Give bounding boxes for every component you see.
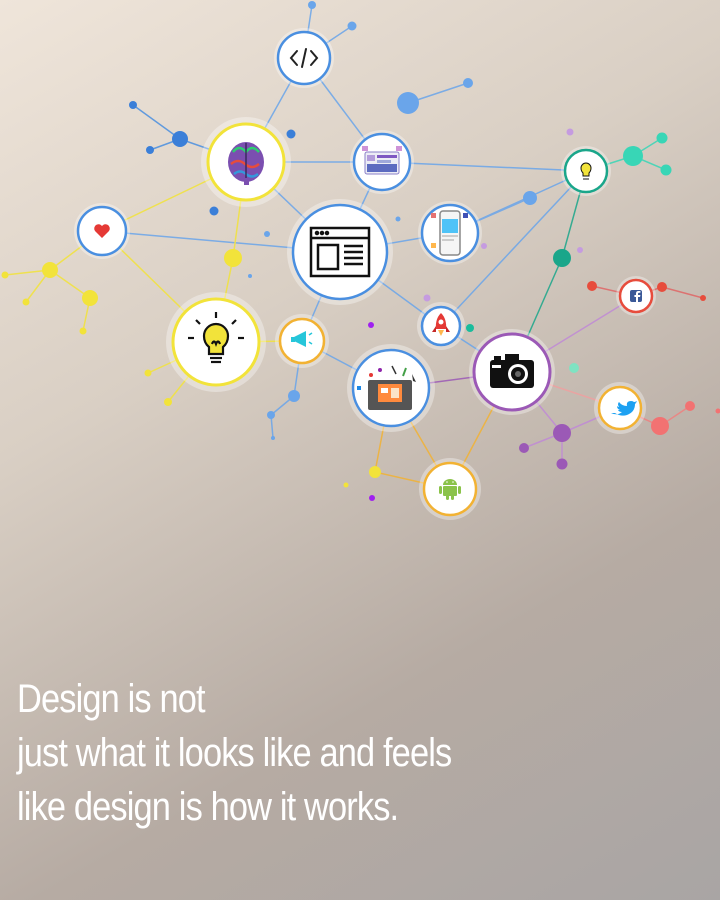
quote-line-2: just what it looks like and feels	[17, 731, 452, 775]
facebook-icon	[630, 290, 642, 303]
website-node	[287, 199, 393, 305]
design-tools-node	[347, 344, 435, 432]
facebook-node	[616, 276, 656, 316]
heart-node	[74, 203, 130, 259]
quote-line-1: Design is not	[17, 677, 206, 721]
megaphone-node	[275, 314, 329, 368]
small-lightbulb-node	[561, 146, 611, 196]
camera-node	[469, 329, 555, 415]
design-network-illustration	[1, 1, 720, 520]
lightbulb-node	[166, 292, 266, 392]
rocket-node	[417, 302, 465, 350]
mobile-app-node	[418, 201, 482, 265]
android-node	[419, 458, 481, 520]
code-node	[274, 28, 334, 88]
dashboard-node	[350, 130, 414, 194]
quote-line-3: like design is how it works.	[17, 785, 399, 829]
design-quote: Design is not just what it looks like an…	[17, 672, 610, 834]
twitter-node	[594, 382, 646, 434]
brain-node	[201, 117, 291, 207]
